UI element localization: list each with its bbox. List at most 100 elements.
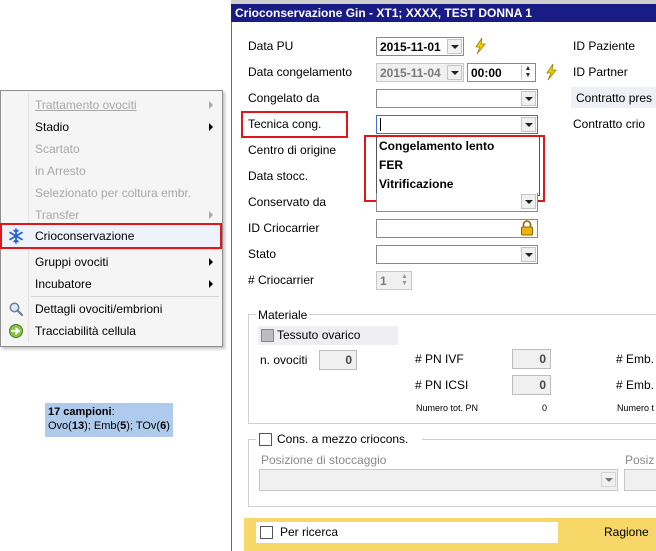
trace-icon [8, 323, 24, 339]
cons-checkbox[interactable] [259, 433, 272, 446]
per-ricerca-checkbox[interactable] [260, 526, 273, 539]
pn-ivf-field[interactable]: 0 [512, 349, 551, 369]
window-title: Crioconservazione Gin - XT1; XXXX, TEST … [235, 6, 532, 20]
dropdown-button[interactable] [521, 117, 536, 132]
menu-item-incubatore[interactable]: Incubatore [2, 273, 220, 295]
submenu-arrow-icon [209, 211, 213, 219]
congelato-da-label: Congelato da [248, 91, 320, 105]
conservato-da-select[interactable] [376, 193, 538, 212]
dropdown-highlight-box [364, 135, 545, 202]
lightning-icon[interactable] [471, 37, 489, 55]
dropdown-button[interactable] [447, 39, 462, 54]
tov-label: ); TOv( [126, 420, 161, 432]
cons-label: Cons. a mezzo criocons. [277, 432, 409, 446]
ovo-count: 13 [71, 420, 85, 432]
menu-item-dettagli[interactable]: Dettagli ovociti/embrioni [2, 298, 220, 320]
menu-item-gruppi-ovociti[interactable]: Gruppi ovociti [2, 251, 220, 273]
numero-tot-pn-label: Numero tot. PN [416, 403, 479, 413]
dropdown-button[interactable] [601, 472, 616, 487]
sample-count: 17 campioni [48, 406, 112, 418]
n-ovociti-label: n. ovociti [260, 353, 308, 367]
menu-item-label: Selezionato per coltura embr. [35, 186, 192, 200]
menu-item-transfer[interactable]: Transfer [2, 204, 220, 226]
data-stocc-label: Data stocc. [248, 169, 309, 183]
data-pu-value: 2015-11-01 [380, 40, 441, 54]
per-ricerca-row[interactable]: Per ricerca [256, 522, 558, 543]
magnifier-icon [8, 301, 24, 317]
menu-item-selezionato-coltura[interactable]: Selezionato per coltura embr. [2, 182, 220, 204]
tecnica-cong-select[interactable] [376, 115, 538, 134]
data-pu-label: Data PU [248, 39, 294, 53]
menu-item-scartato[interactable]: Scartato [2, 138, 220, 160]
ovo-label: Ovo( [48, 420, 72, 432]
data-congelamento-field[interactable]: 2015-11-04 [376, 63, 464, 82]
menu-item-trattamento-ovociti[interactable]: Trattamento ovociti [2, 94, 220, 116]
id-paziente-label: ID Paziente [573, 39, 636, 53]
menu-item-label: Tracciabilità cellula [35, 324, 136, 338]
menu-item-label: Stadio [35, 120, 70, 134]
menu-separator [31, 249, 219, 250]
pn-icsi-field[interactable]: 0 [512, 375, 551, 395]
posizione-stoccaggio-label: Posizione di stoccaggio [261, 453, 387, 467]
text-cursor [380, 118, 381, 131]
conservato-da-label: Conservato da [248, 195, 327, 209]
time-spinner[interactable]: 00:00 ▲ ▼ [467, 63, 536, 82]
dropdown-button[interactable] [521, 91, 536, 106]
menu-item-crioconservazione[interactable]: Crioconservazione [0, 223, 222, 249]
colon: : [111, 406, 115, 418]
congelato-da-select[interactable] [376, 89, 538, 108]
emb-label-1: # Emb. [616, 352, 655, 366]
snowflake-icon [8, 228, 24, 244]
dropdown-button[interactable] [521, 247, 536, 262]
tessuto-checkbox[interactable] [261, 329, 274, 342]
spinner-arrows-icon[interactable]: ▲ ▼ [399, 273, 410, 288]
data-pu-field[interactable]: 2015-11-01 [376, 37, 464, 56]
n-criocarrier-value: 1 [380, 274, 387, 288]
posiz-label: Posiz [625, 453, 655, 467]
window-titlebar: Crioconservazione Gin - XT1; XXXX, TEST … [231, 4, 656, 22]
stato-select[interactable] [376, 245, 538, 264]
numero-tot-label: Numero t [617, 403, 655, 413]
contratto-pres-button[interactable]: Contratto pres [571, 87, 656, 108]
submenu-arrow-icon [209, 101, 213, 109]
close-paren: ) [166, 420, 170, 432]
submenu-arrow-icon [209, 258, 213, 266]
menu-item-label: Gruppi ovociti [35, 255, 109, 269]
stato-label: Stato [248, 247, 277, 261]
menu-item-label: Dettagli ovociti/embrioni [35, 302, 163, 316]
tecnica-cong-label: Tecnica cong. [248, 117, 322, 131]
context-menu: Trattamento ovociti Stadio Scartato in A… [0, 90, 223, 347]
centro-origine-label: Centro di origine [248, 143, 337, 157]
ragione-label: Ragione [604, 525, 649, 539]
materiale-label: Materiale [256, 308, 310, 322]
sample-breakdown: Ovo(13); Emb(5); TOv(6) [48, 419, 170, 433]
menu-item-tracciabilita[interactable]: Tracciabilità cellula [2, 320, 220, 342]
menu-item-in-arresto[interactable]: in Arresto [2, 160, 220, 182]
tessuto-label: Tessuto ovarico [277, 328, 361, 342]
menu-item-label: Scartato [35, 142, 80, 156]
data-congelamento-value: 2015-11-04 [380, 66, 441, 80]
numero-tot-pn-value: 0 [542, 403, 548, 413]
n-criocarrier-label: # Criocarrier [248, 273, 315, 287]
posizione-stoccaggio-select[interactable] [259, 469, 618, 491]
tessuto-ovarico-row[interactable]: Tessuto ovarico [258, 326, 398, 345]
id-criocarrier-field[interactable] [376, 219, 538, 238]
menu-separator [31, 296, 219, 297]
id-criocarrier-label: ID Criocarrier [248, 221, 320, 235]
menu-item-label: Trattamento ovociti [35, 98, 137, 112]
lock-icon[interactable] [518, 219, 536, 237]
menu-item-stadio[interactable]: Stadio [2, 116, 220, 138]
menu-item-label: in Arresto [35, 164, 86, 178]
spinner-arrows-icon[interactable]: ▲ ▼ [521, 65, 534, 80]
n-criocarrier-spinner[interactable]: 1 ▲ ▼ [376, 271, 412, 290]
pn-icsi-label: # PN ICSI [415, 378, 469, 392]
time-value: 00:00 [471, 66, 502, 80]
contratto-crio-label: Contratto crio [573, 117, 646, 131]
dropdown-button[interactable] [521, 194, 536, 209]
cons-criocons-row[interactable]: Cons. a mezzo criocons. [256, 432, 422, 448]
lightning-icon[interactable] [542, 63, 560, 81]
dropdown-button[interactable] [447, 65, 462, 80]
n-ovociti-field[interactable]: 0 [319, 350, 357, 370]
posiz-select[interactable] [624, 469, 656, 491]
menu-item-label: Incubatore [35, 277, 92, 291]
